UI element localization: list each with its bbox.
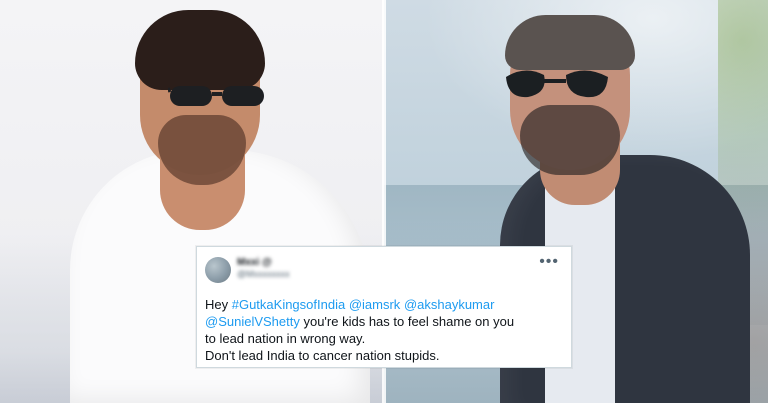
composite-image: Mxxi @ @Mxxxxxxxx ••• Hey #GutkaKingsofI…: [0, 0, 768, 403]
tweet-line-3: to lead nation in wrong way.: [205, 331, 366, 346]
tweet-author-name: Mxxi @: [237, 257, 272, 268]
right-person-sunglasses: [506, 70, 608, 98]
tweet-prefix: Hey: [205, 297, 232, 312]
tweet-hashtag[interactable]: #GutkaKingsofIndia: [232, 297, 345, 312]
tweet-mention-sunielvshetty[interactable]: @SunielVShetty: [205, 314, 300, 329]
tweet-line-2-rest: you're kids has to feel shame on you: [299, 314, 515, 329]
left-person-sunglasses: [168, 86, 264, 106]
tweet-card: Mxxi @ @Mxxxxxxxx ••• Hey #GutkaKingsofI…: [196, 246, 572, 368]
tweet-mention-iamsrk[interactable]: @iamsrk: [349, 297, 400, 312]
tweet-text: Hey #GutkaKingsofIndia @iamsrk @akshayku…: [205, 296, 563, 364]
more-horizontal-icon[interactable]: •••: [539, 254, 559, 270]
right-person-beard: [520, 105, 620, 175]
tweet-author-handle: @Mxxxxxxxx: [237, 269, 290, 279]
tweet-line-4: Don't lead India to cancer nation stupid…: [205, 348, 440, 363]
right-person-hair: [505, 15, 635, 70]
avatar: [205, 257, 231, 283]
tweet-line-2: @SunielVShetty you're kids has to feel s…: [205, 313, 563, 330]
tweet-line-1: Hey #GutkaKingsofIndia @iamsrk @akshayku…: [205, 296, 563, 313]
tweet-mention-akshaykumar[interactable]: @akshaykumar: [404, 297, 495, 312]
